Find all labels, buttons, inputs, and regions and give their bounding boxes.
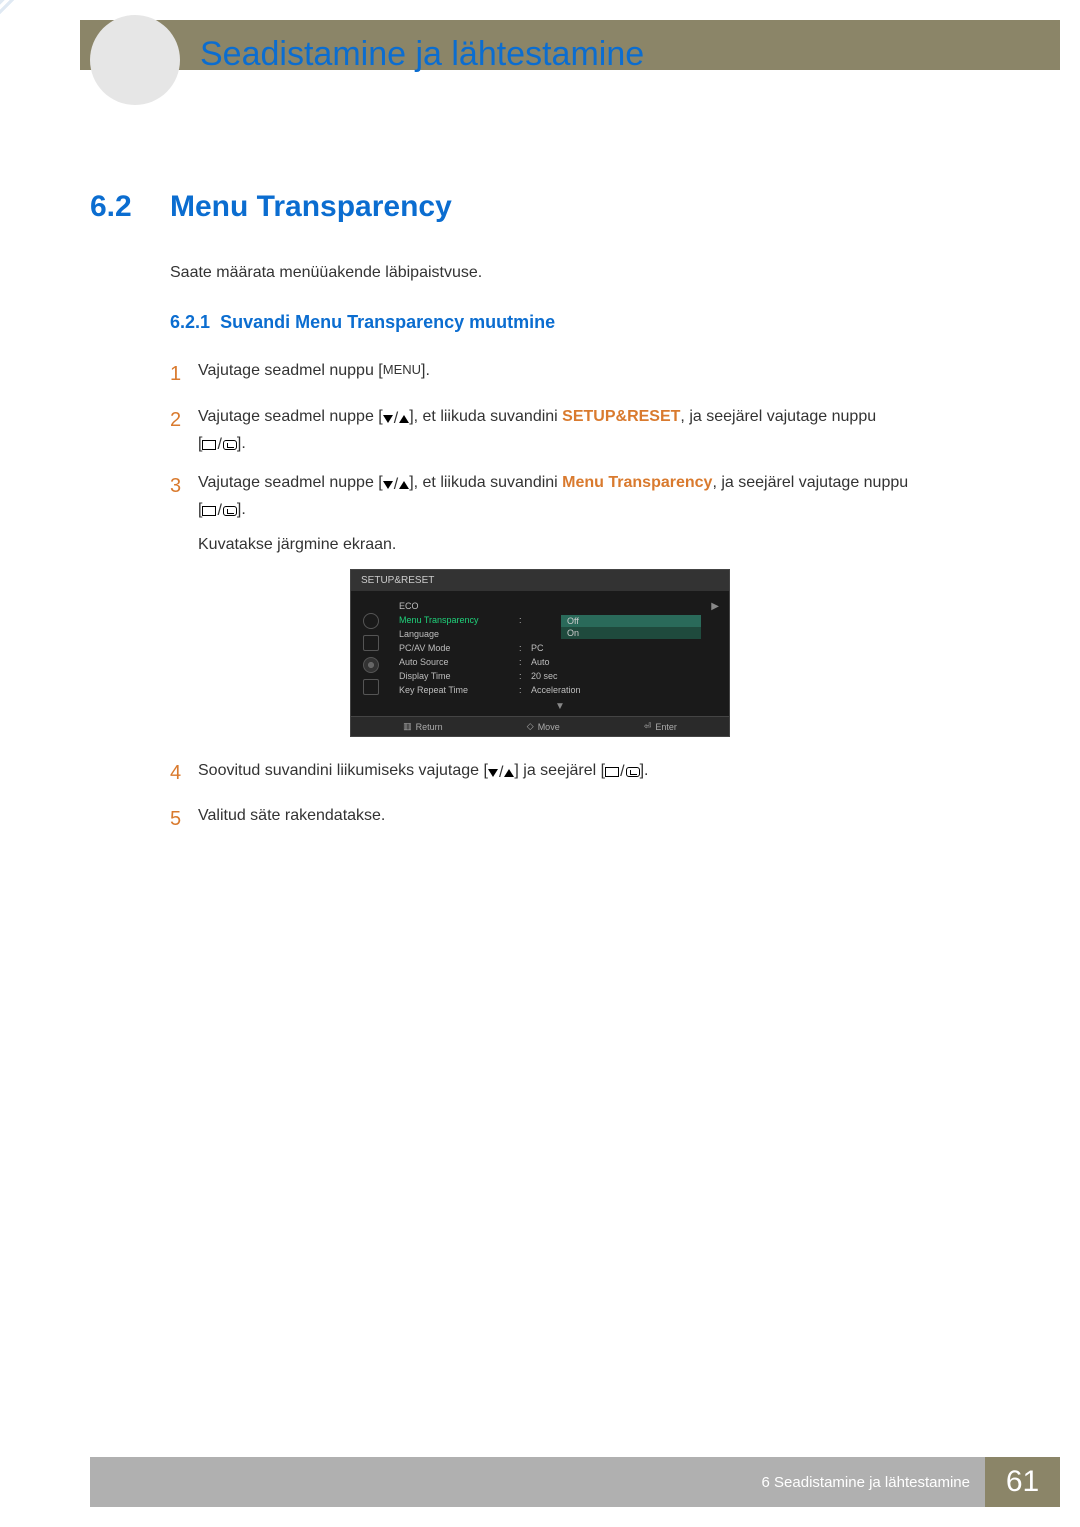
enter-icon: ⏎ — [644, 721, 652, 732]
step-3-after: Kuvatakse järgmine ekraan. — [198, 536, 990, 554]
osd-row: ECO — [399, 599, 721, 613]
step-number: 4 — [170, 757, 198, 789]
highlight-menu-transparency: Menu Transparency — [562, 474, 712, 491]
step-body: Vajutage seadmel nuppe [/], et liikuda s… — [198, 404, 990, 456]
subsection-title: Suvandi Menu Transparency muutmine — [220, 312, 555, 332]
move-icon: ◇ — [527, 721, 534, 732]
section-number: 6.2 — [90, 190, 170, 224]
section-intro: Saate määrata menüüakende läbipaistvuse. — [170, 264, 990, 282]
osd-row: Display Time : 20 sec — [399, 669, 721, 683]
decorative-corner — [0, 0, 40, 40]
triangle-right-icon: ▶ — [711, 601, 719, 612]
osd-icon — [363, 613, 379, 629]
down-up-icon: / — [488, 760, 514, 786]
step-body: Vajutage seadmel nuppe [/], et liikuda s… — [198, 470, 990, 522]
step-4: 4 Soovitud suvandini liikumiseks vajutag… — [170, 757, 990, 789]
step-list-continued: 4 Soovitud suvandini liikumiseks vajutag… — [170, 757, 990, 835]
chapter-title: Seadistamine ja lähtestamine — [200, 35, 644, 74]
osd-footer-enter: ⏎Enter — [644, 721, 677, 732]
step-body: Soovitud suvandini liikumiseks vajutage … — [198, 757, 990, 789]
step-number: 3 — [170, 470, 198, 522]
osd-option-on: On — [561, 627, 701, 639]
osd-title: SETUP&RESET — [351, 570, 729, 591]
highlight-setup-reset: SETUP&RESET — [562, 408, 680, 425]
step-body: Valitud säte rakendatakse. — [198, 803, 990, 835]
step-3: 3 Vajutage seadmel nuppe [/], et liikuda… — [170, 470, 990, 522]
subsection-heading: 6.2.1 Suvandi Menu Transparency muutmine — [170, 312, 990, 333]
step-list: 1 Vajutage seadmel nuppu [MENU]. 2 Vajut… — [170, 358, 990, 522]
down-up-icon: / — [383, 472, 409, 498]
osd-icon — [363, 679, 379, 695]
return-icon: ▥ — [403, 721, 412, 732]
step-1: 1 Vajutage seadmel nuppu [MENU]. — [170, 358, 990, 390]
step-5: 5 Valitud säte rakendatakse. — [170, 803, 990, 835]
step-number: 2 — [170, 404, 198, 456]
chapter-number-circle — [90, 15, 180, 105]
rect-enter-icon: / — [605, 759, 639, 785]
osd-option-off: Off — [561, 615, 701, 627]
osd-footer-move: ◇Move — [527, 721, 560, 732]
step-body: Vajutage seadmel nuppu [MENU]. — [198, 358, 990, 390]
osd-row: Auto Source : Auto — [399, 655, 721, 669]
section-heading: 6.2 Menu Transparency — [90, 190, 990, 224]
footer-chapter-ref: 6 Seadistamine ja lähtestamine — [762, 1474, 985, 1491]
page-number: 61 — [985, 1457, 1060, 1507]
content-area: 6.2 Menu Transparency Saate määrata menü… — [90, 190, 990, 849]
osd-screenshot: SETUP&RESET ▶ ECO Menu Transparency : La… — [350, 569, 730, 737]
osd-footer-return: ▥Return — [403, 721, 443, 732]
osd-footer: ▥Return ◇Move ⏎Enter — [351, 716, 729, 736]
osd-icon — [363, 635, 379, 651]
osd-row: PC/AV Mode : PC — [399, 641, 721, 655]
step-number: 1 — [170, 358, 198, 390]
rect-enter-icon: / — [202, 498, 236, 524]
osd-main: ▶ ECO Menu Transparency : Language PC/AV… — [391, 591, 729, 716]
osd-left-icons — [351, 591, 391, 716]
step-2: 2 Vajutage seadmel nuppe [/], et liikuda… — [170, 404, 990, 456]
subsection-number: 6.2.1 — [170, 312, 210, 332]
triangle-down-icon: ▼ — [399, 697, 721, 712]
page-footer: 6 Seadistamine ja lähtestamine 61 — [90, 1457, 1060, 1507]
rect-enter-icon: / — [202, 432, 236, 458]
section-title: Menu Transparency — [170, 190, 452, 224]
down-up-icon: / — [383, 406, 409, 432]
step-number: 5 — [170, 803, 198, 835]
osd-body: ▶ ECO Menu Transparency : Language PC/AV… — [351, 591, 729, 716]
menu-button-label: MENU — [383, 360, 421, 381]
osd-option-popup: Off On — [561, 615, 701, 639]
osd-icon — [363, 657, 379, 673]
osd-row: Key Repeat Time : Acceleration — [399, 683, 721, 697]
